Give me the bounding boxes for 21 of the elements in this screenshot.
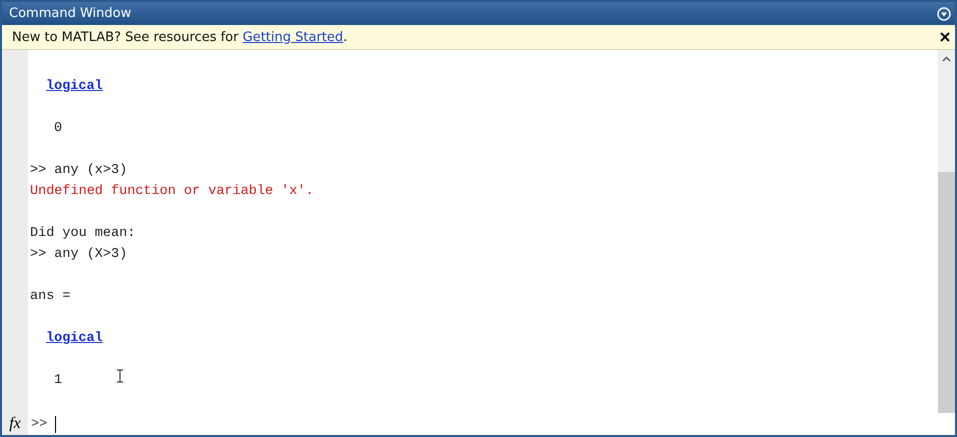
text-caret bbox=[55, 416, 56, 432]
function-browser-button[interactable]: fx bbox=[2, 413, 28, 435]
text-cursor-icon bbox=[116, 369, 124, 383]
output-text: ans = bbox=[30, 288, 71, 306]
logical-link[interactable]: logical bbox=[46, 76, 103, 97]
close-icon[interactable] bbox=[940, 32, 950, 42]
prompt-symbol: >> bbox=[31, 416, 48, 432]
menu-dropdown-icon[interactable] bbox=[937, 6, 951, 20]
window-title: Command Window bbox=[9, 6, 132, 21]
logical-link[interactable]: logical bbox=[46, 328, 103, 349]
output-value: 0 bbox=[54, 120, 62, 138]
error-message: Undefined function or variable 'x'. bbox=[30, 183, 314, 201]
scrollbar[interactable] bbox=[938, 50, 955, 413]
banner-text: New to MATLAB? See resources for Getting Started. bbox=[12, 30, 348, 44]
getting-started-link[interactable]: Getting Started bbox=[242, 30, 344, 44]
scroll-thumb[interactable] bbox=[938, 172, 955, 413]
scroll-up-icon[interactable] bbox=[942, 56, 951, 62]
output-value: 1 bbox=[54, 372, 62, 390]
output-text: Did you mean: bbox=[30, 225, 136, 243]
command-line: >> any (x>3) bbox=[30, 162, 128, 180]
command-line: >> any (X>3) bbox=[30, 246, 128, 264]
